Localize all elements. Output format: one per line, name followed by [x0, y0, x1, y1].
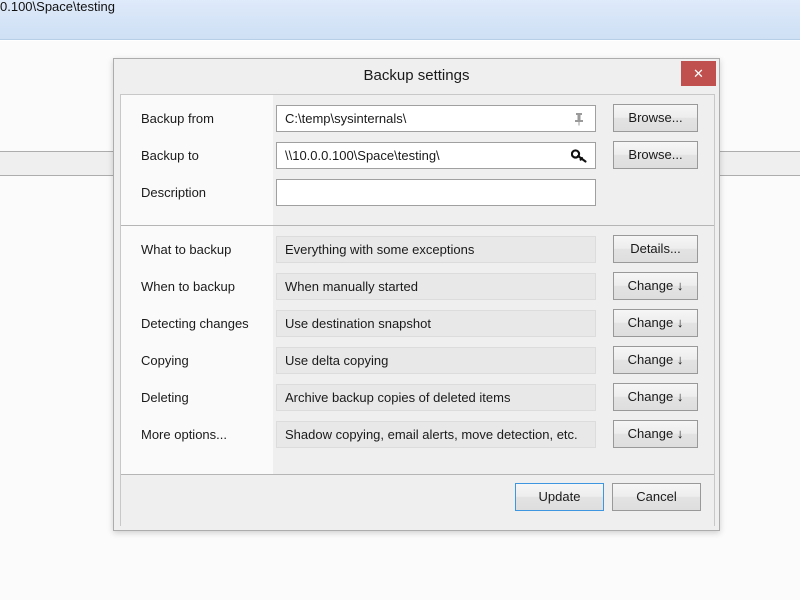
- detecting-changes-value-field: Use destination snapshot: [276, 310, 596, 337]
- browse-button-backup-to[interactable]: Browse...: [613, 141, 698, 169]
- when-to-backup-value: When manually started: [285, 279, 418, 294]
- backup-to-input[interactable]: \\10.0.0.100\Space\testing\: [276, 142, 596, 169]
- detecting-changes-value: Use destination snapshot: [285, 316, 431, 331]
- deleting-value: Archive backup copies of deleted items: [285, 390, 511, 405]
- details-button-what-to-backup[interactable]: Details...: [613, 235, 698, 263]
- pushpin-icon[interactable]: [571, 111, 587, 127]
- change-button-more-options[interactable]: Change ↓: [613, 420, 698, 448]
- key-icon[interactable]: [571, 148, 587, 164]
- row-deleting: Deleting Archive backup copies of delete…: [121, 380, 714, 417]
- row-backup-to: Backup to \\10.0.0.100\Space\testing\ Br…: [121, 138, 714, 175]
- backup-from-input[interactable]: C:\temp\sysinternals\: [276, 105, 596, 132]
- label-detecting-changes: Detecting changes: [141, 316, 249, 331]
- row-copying: Copying Use delta copying Change ↓: [121, 343, 714, 380]
- copying-value-field: Use delta copying: [276, 347, 596, 374]
- change-button-deleting[interactable]: Change ↓: [613, 383, 698, 411]
- row-what-to-backup: What to backup Everything with some exce…: [121, 232, 714, 269]
- backup-from-value: C:\temp\sysinternals\: [285, 111, 407, 126]
- what-to-backup-value: Everything with some exceptions: [285, 242, 475, 257]
- row-detecting-changes: Detecting changes Use destination snapsh…: [121, 306, 714, 343]
- when-to-backup-value-field: When manually started: [276, 273, 596, 300]
- label-copying: Copying: [141, 353, 189, 368]
- browse-button-backup-from[interactable]: Browse...: [613, 104, 698, 132]
- label-when-to-backup: When to backup: [141, 279, 235, 294]
- change-button-copying[interactable]: Change ↓: [613, 346, 698, 374]
- label-what-to-backup: What to backup: [141, 242, 232, 257]
- label-description: Description: [141, 185, 207, 200]
- row-when-to-backup: When to backup When manually started Cha…: [121, 269, 714, 306]
- background-window-title: 0.100\Space\testing: [0, 0, 115, 14]
- description-input[interactable]: [276, 179, 596, 206]
- row-description: Description: [121, 175, 714, 212]
- backup-options-section: What to backup Everything with some exce…: [121, 226, 714, 474]
- label-deleting: Deleting: [141, 390, 189, 405]
- label-more-options: More options...: [141, 427, 227, 442]
- row-more-options: More options... Shadow copying, email al…: [121, 417, 714, 454]
- dialog-titlebar: Backup settings ✕: [114, 59, 719, 94]
- close-icon[interactable]: ✕: [681, 61, 716, 86]
- backup-settings-dialog: Backup settings ✕ Backup from C:\temp\sy…: [113, 58, 720, 531]
- row-backup-from: Backup from C:\temp\sysinternals\ Browse…: [121, 101, 714, 138]
- change-button-when-to-backup[interactable]: Change ↓: [613, 272, 698, 300]
- copying-value: Use delta copying: [285, 353, 389, 368]
- more-options-value-field: Shadow copying, email alerts, move detec…: [276, 421, 596, 448]
- source-destination-section: Backup from C:\temp\sysinternals\ Browse…: [121, 95, 714, 225]
- more-options-value: Shadow copying, email alerts, move detec…: [285, 427, 578, 442]
- update-button[interactable]: Update: [515, 483, 604, 511]
- cancel-button[interactable]: Cancel: [612, 483, 701, 511]
- dialog-body: Backup from C:\temp\sysinternals\ Browse…: [120, 94, 715, 526]
- backup-to-value: \\10.0.0.100\Space\testing\: [285, 148, 440, 163]
- what-to-backup-value-field: Everything with some exceptions: [276, 236, 596, 263]
- change-button-detecting-changes[interactable]: Change ↓: [613, 309, 698, 337]
- dialog-footer: Update Cancel: [121, 475, 714, 526]
- dialog-title: Backup settings: [363, 67, 470, 84]
- background-window-titlebar: 0.100\Space\testing: [0, 0, 800, 40]
- label-backup-to: Backup to: [141, 148, 199, 163]
- label-backup-from: Backup from: [141, 111, 214, 126]
- deleting-value-field: Archive backup copies of deleted items: [276, 384, 596, 411]
